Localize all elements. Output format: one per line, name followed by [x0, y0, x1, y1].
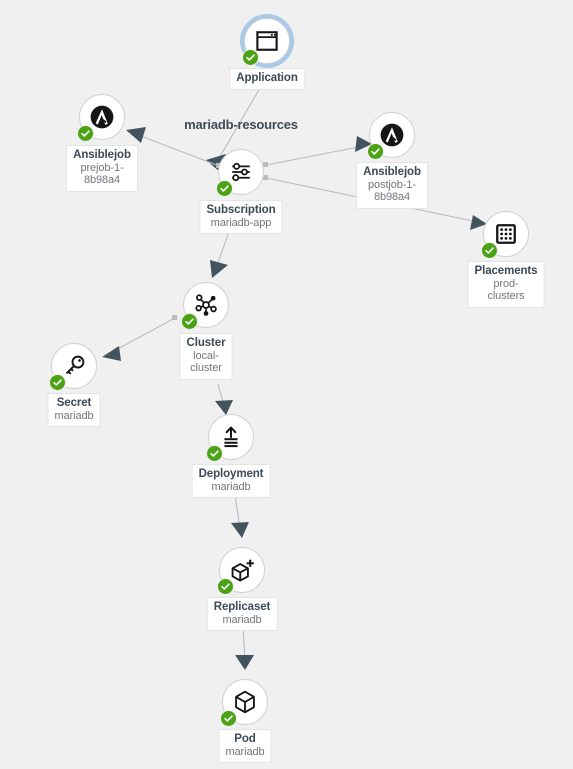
- node-name: prod- clusters: [487, 277, 525, 303]
- node-label-application[interactable]: Application: [229, 68, 305, 90]
- status-badge-success: [181, 313, 198, 330]
- edge-cluster-to-secret: [102, 315, 177, 361]
- edge-cluster-to-deployment: [215, 383, 233, 415]
- node-name: postjob-1- 8b98a4: [368, 178, 416, 204]
- cluster-network-icon: [195, 294, 217, 316]
- node-label-replicaset[interactable]: Replicaset mariadb: [206, 597, 278, 631]
- node-kind: Secret: [56, 397, 92, 409]
- check-icon: [246, 54, 255, 61]
- node-kind: Application: [236, 72, 298, 84]
- status-badge-success: [49, 374, 66, 391]
- cube-icon: [235, 690, 255, 714]
- node-name: mariadb: [54, 409, 94, 422]
- group-label-mariadb-resources: mariadb-resources: [184, 117, 298, 132]
- cube-plus-icon: [231, 559, 254, 582]
- ansible-icon: [380, 123, 404, 147]
- node-kind: Deployment: [198, 468, 264, 480]
- status-badge-success: [206, 445, 223, 462]
- node-label-secret[interactable]: Secret mariadb: [47, 393, 101, 427]
- status-badge-success: [220, 710, 237, 727]
- status-badge-success: [481, 242, 498, 259]
- node-label-pod[interactable]: Pod mariadb: [218, 729, 272, 763]
- node-kind: Subscription: [206, 204, 276, 216]
- node-kind: Cluster: [186, 337, 226, 349]
- status-badge-success: [242, 49, 259, 66]
- node-name: mariadb: [211, 480, 251, 493]
- status-badge-success: [367, 143, 384, 160]
- node-label-ansiblejob-postjob[interactable]: Ansiblejob postjob-1- 8b98a4: [356, 162, 428, 209]
- node-label-placements[interactable]: Placements prod- clusters: [467, 261, 545, 308]
- node-name: mariadb-app: [210, 216, 272, 229]
- deployment-upload-icon: [224, 426, 238, 448]
- status-badge-success: [217, 578, 234, 595]
- check-icon: [210, 450, 219, 457]
- edge-deployment-to-replicaset: [231, 494, 249, 538]
- check-icon: [53, 379, 62, 386]
- ansible-icon: [90, 105, 114, 129]
- check-icon: [224, 715, 233, 722]
- node-name: local- cluster: [190, 349, 222, 375]
- node-label-deployment[interactable]: Deployment mariadb: [191, 464, 271, 498]
- node-name: prejob-1- 8b98a4: [80, 161, 124, 187]
- grid-dots-icon: [496, 224, 516, 244]
- node-label-subscription[interactable]: Subscription mariadb-app: [199, 200, 283, 234]
- node-kind: Pod: [234, 733, 256, 745]
- edge-subscription-to-ansiblejob-prejob: [126, 127, 221, 168]
- node-label-ansiblejob-prejob[interactable]: Ansiblejob prejob-1- 8b98a4: [66, 145, 138, 192]
- check-icon: [221, 583, 230, 590]
- status-badge-success: [216, 180, 233, 197]
- node-kind: Replicaset: [213, 601, 271, 613]
- node-kind: Ansiblejob: [363, 166, 421, 178]
- check-icon: [185, 318, 194, 325]
- check-icon: [220, 185, 229, 192]
- topology-canvas[interactable]: mariadb-resources Application Ansiblejob…: [0, 0, 573, 769]
- check-icon: [485, 247, 494, 254]
- status-badge-success: [77, 125, 94, 142]
- check-icon: [371, 148, 380, 155]
- sliders-icon: [232, 162, 250, 182]
- key-icon: [65, 355, 85, 375]
- application-window-icon: [256, 31, 278, 51]
- node-kind: Placements: [474, 265, 538, 277]
- check-icon: [81, 130, 90, 137]
- node-label-cluster[interactable]: Cluster local- cluster: [179, 333, 233, 380]
- node-name: mariadb: [222, 613, 262, 626]
- node-kind: Ansiblejob: [73, 149, 131, 161]
- edge-replicaset-to-pod: [235, 625, 254, 670]
- node-name: mariadb: [225, 745, 265, 758]
